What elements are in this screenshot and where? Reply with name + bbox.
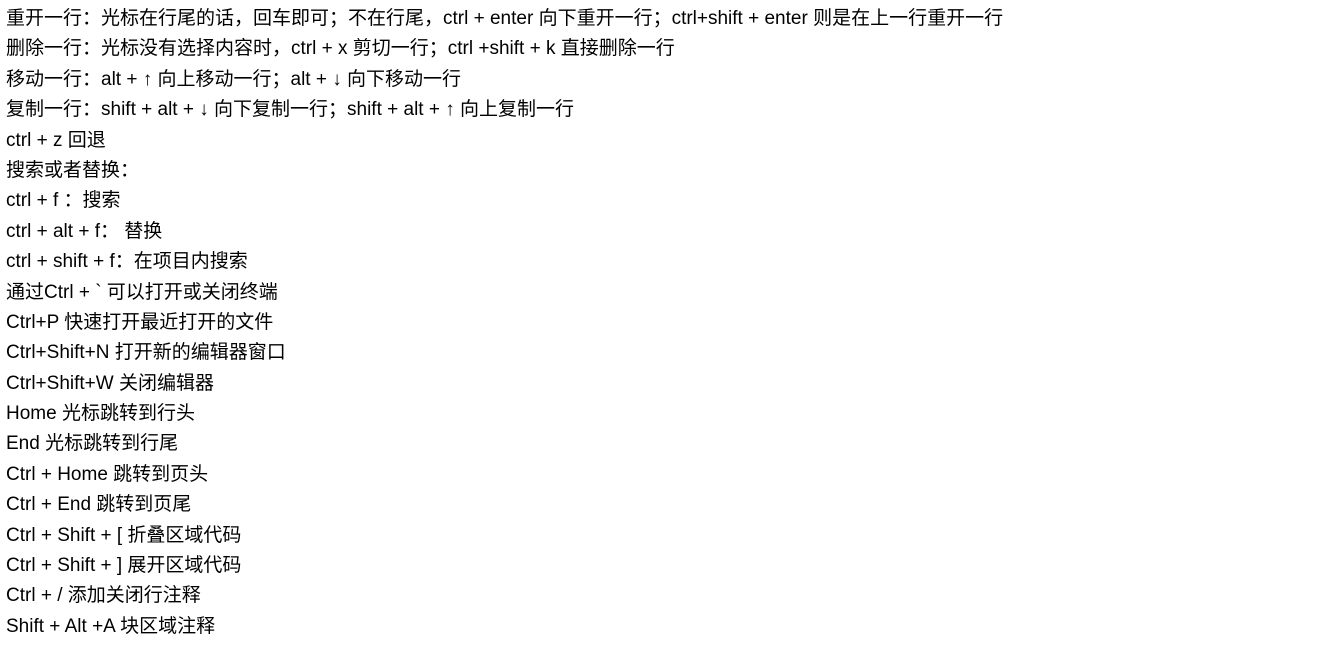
shortcut-line: Shift + Alt +A 块区域注释 [6,612,1324,642]
shortcut-list: 重开一行：光标在行尾的话，回车即可；不在行尾，ctrl + enter 向下重开… [6,4,1324,642]
shortcut-line: 通过Ctrl + ` 可以打开或关闭终端 [6,278,1324,308]
shortcut-line: Ctrl + Shift + ] 展开区域代码 [6,551,1324,581]
shortcut-line: ctrl + alt + f： 替换 [6,217,1324,247]
shortcut-line: End 光标跳转到行尾 [6,429,1324,459]
shortcut-line: 删除一行：光标没有选择内容时，ctrl + x 剪切一行；ctrl +shift… [6,34,1324,64]
shortcut-line: Ctrl+Shift+W 关闭编辑器 [6,369,1324,399]
shortcut-line: 搜索或者替换： [6,156,1324,186]
shortcut-line: Ctrl + End 跳转到页尾 [6,490,1324,520]
shortcut-line: 复制一行：shift + alt + ↓ 向下复制一行；shift + alt … [6,95,1324,125]
shortcut-line: Ctrl + Home 跳转到页头 [6,460,1324,490]
shortcut-line: Ctrl+Shift+N 打开新的编辑器窗口 [6,338,1324,368]
shortcut-line: ctrl + f ：搜索 [6,186,1324,216]
shortcut-line: ctrl + shift + f：在项目内搜索 [6,247,1324,277]
shortcut-line: 移动一行：alt + ↑ 向上移动一行；alt + ↓ 向下移动一行 [6,65,1324,95]
shortcut-line: Ctrl + Shift + [ 折叠区域代码 [6,521,1324,551]
shortcut-line: Home 光标跳转到行头 [6,399,1324,429]
shortcut-line: Ctrl + / 添加关闭行注释 [6,581,1324,611]
shortcut-line: Ctrl+P 快速打开最近打开的文件 [6,308,1324,338]
shortcut-line: ctrl + z 回退 [6,126,1324,156]
shortcut-line: 重开一行：光标在行尾的话，回车即可；不在行尾，ctrl + enter 向下重开… [6,4,1324,34]
